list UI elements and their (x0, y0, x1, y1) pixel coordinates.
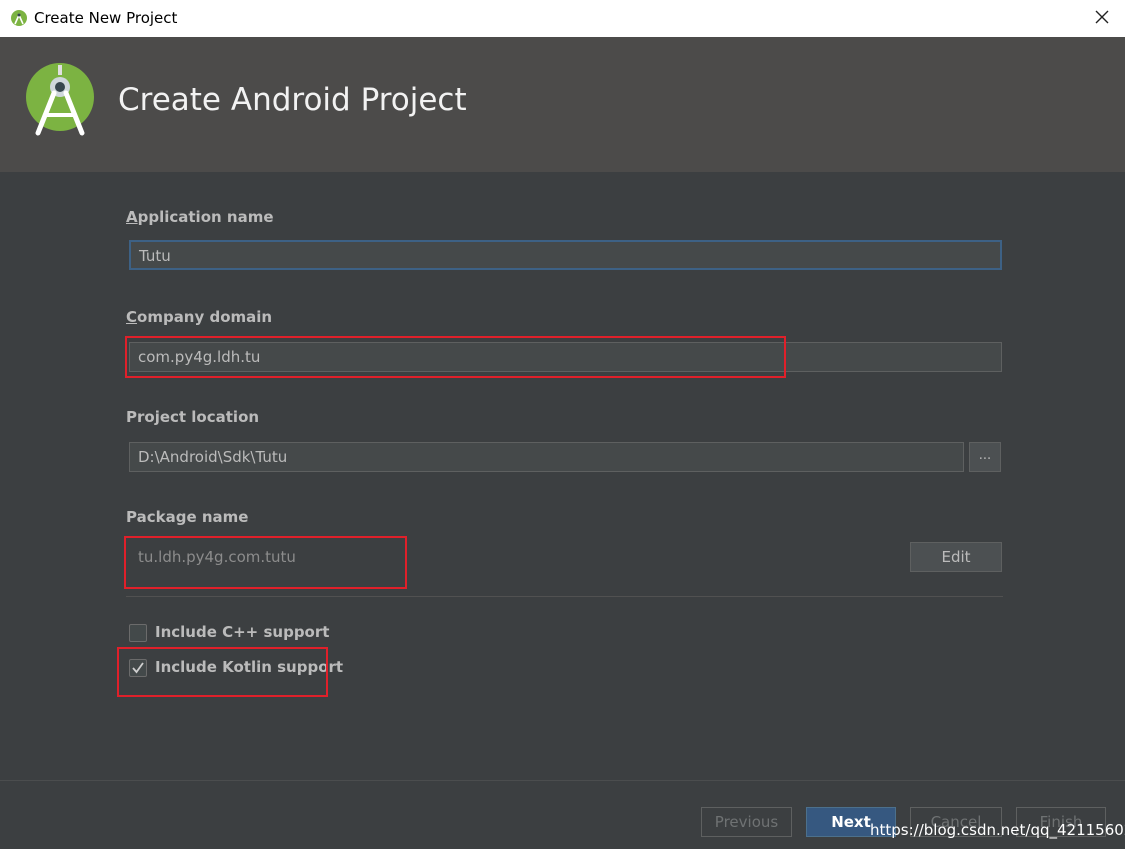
highlight-box-package-name (124, 536, 407, 589)
watermark-text: https://blog.csdn.net/qq_42115602 (870, 821, 1125, 839)
highlight-box-kotlin (117, 647, 328, 697)
divider (126, 596, 1003, 597)
package-name-label: Package name (126, 508, 249, 526)
page-title: Create Android Project (118, 82, 467, 118)
app-name-label: Application name (126, 208, 274, 226)
previous-button[interactable]: Previous (701, 807, 792, 837)
android-studio-logo-icon (26, 63, 94, 136)
cpp-support-label: Include C++ support (155, 623, 330, 641)
browse-button[interactable]: ... (969, 442, 1001, 472)
window-title: Create New Project (34, 9, 178, 27)
window-titlebar: Create New Project (0, 0, 1125, 37)
wizard-footer: Previous Next Cancel Finish https://blog… (0, 780, 1125, 849)
project-location-input[interactable]: D:\Android\Sdk\Tutu (129, 442, 964, 472)
edit-package-button[interactable]: Edit (910, 542, 1002, 572)
highlight-box-company-domain (125, 336, 786, 378)
project-location-label: Project location (126, 408, 260, 426)
company-domain-label: Company domain (126, 308, 273, 326)
cpp-support-checkbox[interactable] (129, 624, 147, 642)
app-name-input[interactable]: Tutu (129, 240, 1002, 270)
wizard-header: Create Android Project (0, 37, 1125, 172)
close-icon[interactable] (1091, 6, 1113, 28)
project-form: Application name Tutu Company domain com… (0, 172, 1125, 780)
android-studio-icon (11, 10, 27, 26)
